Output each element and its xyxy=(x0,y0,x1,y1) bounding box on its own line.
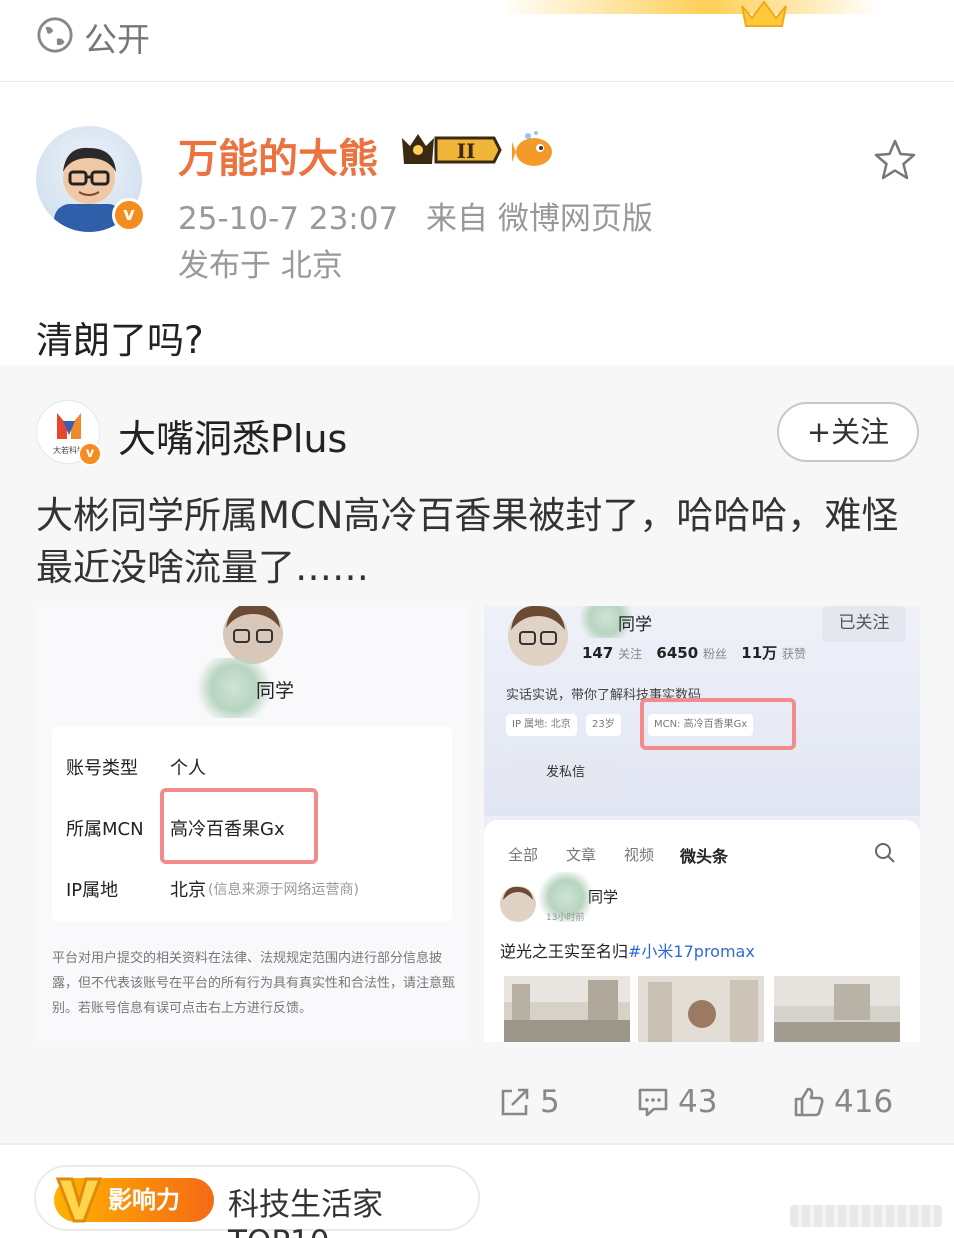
repost-verified-badge: v xyxy=(78,442,102,466)
visibility-row: 公开 xyxy=(0,0,954,82)
memoji-avatar xyxy=(223,606,283,664)
feed-item-avatar xyxy=(500,886,536,922)
profile-avatar xyxy=(508,606,568,666)
info-label-ip: IP属地 xyxy=(66,880,119,901)
repost-icon xyxy=(501,1088,529,1116)
member-rank-badge[interactable]: II xyxy=(398,130,502,170)
follow-button[interactable]: +关注 xyxy=(777,402,919,462)
likes-label: 获赞 xyxy=(781,647,806,661)
profile-name-suffix: 同学 xyxy=(618,615,652,635)
weibo-post-page: 公开 v 万能的大熊 II 25-10-7 23:07 来自 微博网页版 发布于… xyxy=(0,0,954,1238)
highlight-box-mcn-tag xyxy=(640,698,796,750)
comment-count: 43 xyxy=(678,1084,718,1120)
feed-item-time: 13小时前 xyxy=(546,913,585,923)
info-note-ip: (信息来源于网络运营商) xyxy=(208,882,359,898)
author-name[interactable]: 万能的大熊 xyxy=(178,126,378,184)
visibility-label: 公开 xyxy=(84,20,150,59)
message-button[interactable]: 发私信 xyxy=(506,756,620,790)
repost-count: 5 xyxy=(540,1084,560,1120)
watermark-strip xyxy=(790,1205,942,1227)
post-timestamp: 25-10-7 23:07 xyxy=(178,201,399,237)
repost-image-1[interactable]: 同学 账号类型 个人 所属MCN 高冷百香果Gx IP属地 北京 (信息来源于网… xyxy=(34,606,470,1042)
comment-action[interactable]: 43 xyxy=(636,1080,717,1124)
fish-badge-icon xyxy=(512,131,552,166)
followed-button[interactable]: 已关注 xyxy=(822,606,906,642)
tab-videos[interactable]: 视频 xyxy=(624,844,654,865)
info-label-type: 账号类型 xyxy=(66,758,138,779)
section-divider xyxy=(0,1143,954,1145)
account-name-suffix: 同学 xyxy=(256,680,295,702)
feed-photo-3[interactable] xyxy=(774,976,900,1042)
search-icon[interactable] xyxy=(874,842,896,864)
info-value-ip: 北京 xyxy=(170,880,206,901)
feed-item-name: 同学 xyxy=(588,888,619,906)
repost-author-name[interactable]: 大嘴洞悉Plus xyxy=(118,408,347,463)
influence-label: 科技生活家TOP10 xyxy=(228,1187,383,1238)
feed-item-text: 逆光之王实至名归#小米17promax xyxy=(500,938,755,962)
repost-image-2[interactable]: 同学 已关注 147 关注 6450 粉丝 11万 获赞 实话实说，带你了解科技… xyxy=(484,606,920,1042)
info-value-type: 个人 xyxy=(170,758,206,779)
post-location: 发布于 北京 xyxy=(178,248,343,284)
likes-count: 11万 xyxy=(741,644,778,662)
verified-badge: v xyxy=(112,198,146,232)
tab-micro-headlines[interactable]: 微头条 xyxy=(680,843,728,867)
tab-articles[interactable]: 文章 xyxy=(566,844,596,865)
feed-item-hashtag[interactable]: #小米17promax xyxy=(628,942,755,961)
feed-photo-1[interactable] xyxy=(504,976,630,1042)
post-body-text: 清朗了吗? xyxy=(36,319,204,362)
action-bar: 5 43 416 xyxy=(0,1070,954,1130)
influence-tag[interactable]: 影响力 科技生活家TOP10 xyxy=(34,1165,480,1238)
favorite-star-icon[interactable] xyxy=(872,137,918,183)
feed-photo-2[interactable] xyxy=(638,976,764,1042)
follow-count: 147 xyxy=(582,644,614,662)
highlight-box-mcn xyxy=(160,788,318,864)
tab-all[interactable]: 全部 xyxy=(508,844,538,865)
repost-action[interactable]: 5 xyxy=(498,1080,560,1124)
comment-icon xyxy=(638,1088,668,1117)
repost-body-text: 大彬同学所属MCN高冷百香果被封了，哈哈哈，难怪最近没啥流量了…… xyxy=(36,494,899,589)
influence-v-icon xyxy=(56,1177,102,1223)
fans-count: 6450 xyxy=(656,644,699,662)
decorative-banner xyxy=(500,0,880,14)
info-label-mcn: 所属MCN xyxy=(66,819,144,840)
age-tag: 23岁 xyxy=(586,714,621,736)
thumbs-up-icon xyxy=(794,1087,824,1117)
post-source[interactable]: 来自 微博网页版 xyxy=(426,201,653,237)
post-meta: 25-10-7 23:07 来自 微博网页版 xyxy=(178,193,653,238)
follow-label: 关注 xyxy=(618,647,643,661)
disclaimer-text: 平台对用户提交的相关资料在法律、法规规定范围内进行部分信息披露，但不代表该账号在… xyxy=(52,951,456,1016)
fans-label: 粉丝 xyxy=(702,647,727,661)
ip-tag: IP 属地: 北京 xyxy=(506,714,577,736)
crown-icon xyxy=(741,0,787,27)
feed-item-body: 逆光之王实至名归 xyxy=(500,942,629,961)
message-button-label: 发私信 xyxy=(546,765,586,780)
like-count: 416 xyxy=(834,1084,894,1120)
rank-text: II xyxy=(457,139,476,163)
like-action[interactable]: 416 xyxy=(792,1080,893,1124)
globe-icon xyxy=(37,17,73,53)
profile-stats: 147 关注 6450 粉丝 11万 获赞 xyxy=(582,642,806,663)
